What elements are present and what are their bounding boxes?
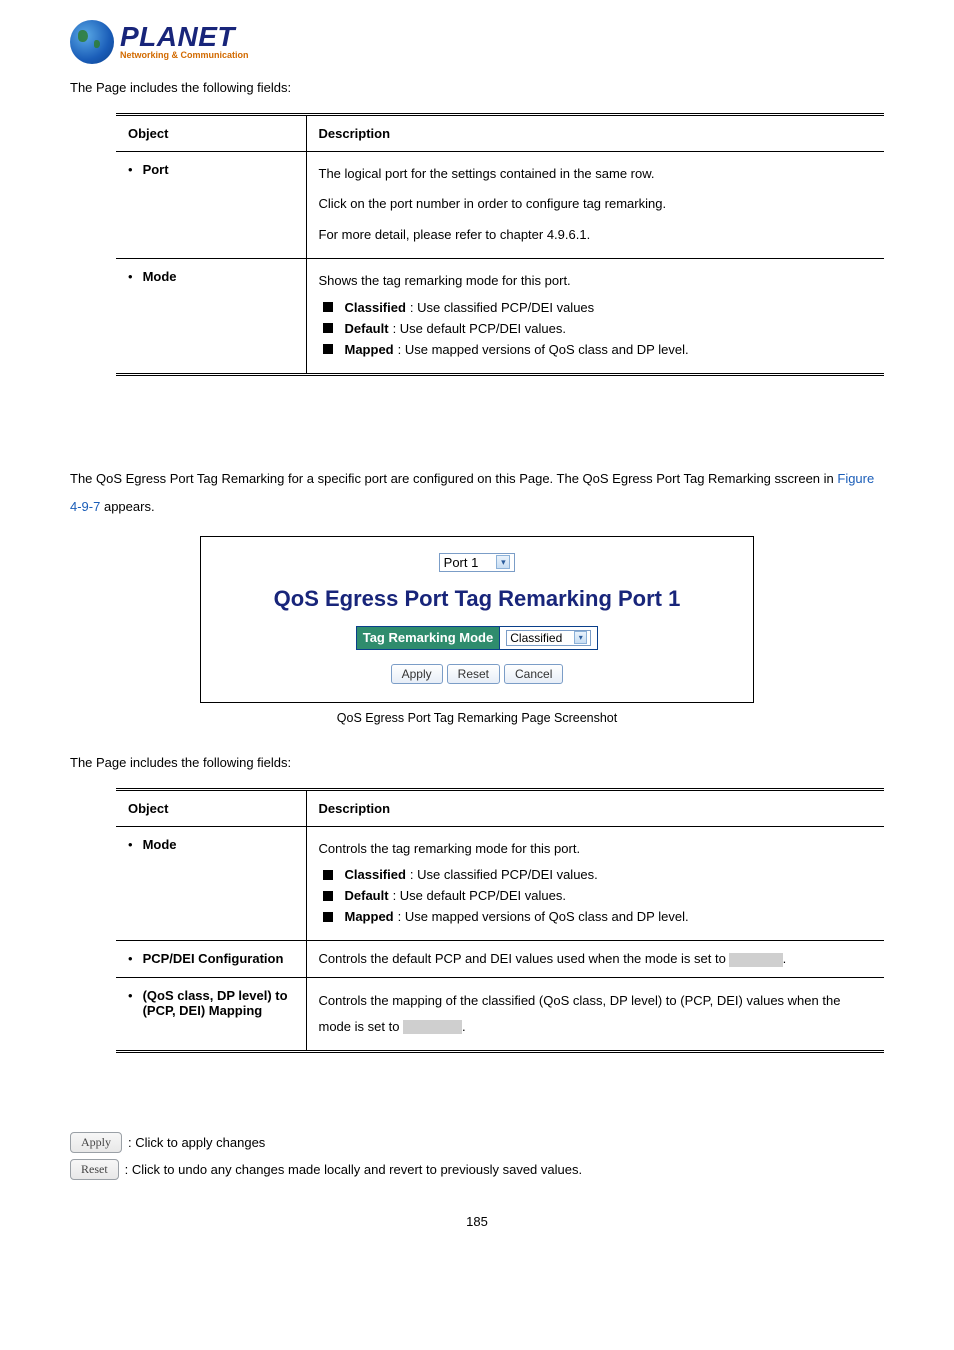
square-bullet-icon (323, 344, 333, 354)
page-number: 185 (70, 1214, 884, 1229)
t2-r3-post: . (462, 1019, 466, 1034)
t2-r2-label: PCP/DEI Configuration (143, 951, 284, 966)
mode-name: Mapped (345, 909, 394, 924)
intro-text-2: The Page includes the following fields: (70, 753, 884, 774)
list-item: Default : Use default PCP/DEI values. (319, 888, 873, 903)
para-2a: The QoS Egress Port Tag Remarking for a … (70, 471, 837, 486)
reset-desc-line: Reset : Click to undo any changes made l… (70, 1159, 884, 1180)
fields-table-1: Object Description • Port The logical po… (116, 113, 884, 376)
mode-desc: : Use classified PCP/DEI values. (410, 867, 598, 882)
bullet-icon: • (128, 951, 133, 966)
square-bullet-icon (323, 323, 333, 333)
table-row: • (QoS class, DP level) to (PCP, DEI) Ma… (116, 977, 884, 1051)
logo-text: PLANET (120, 24, 249, 49)
mode-desc: : Use classified PCP/DEI values (410, 300, 594, 315)
fields-table-2: Object Description • Mode Controls the t… (116, 788, 884, 1053)
mode-desc: : Use default PCP/DEI values. (393, 888, 566, 903)
t1-r1-d3: For more detail, please refer to chapter… (319, 223, 873, 248)
mapped-chip: Mapped (403, 1020, 462, 1034)
cancel-button[interactable]: Cancel (504, 664, 563, 684)
apply-button-chip[interactable]: Apply (70, 1132, 122, 1153)
mode-name: Default (345, 888, 389, 903)
t1-r1-d2: Click on the port number in order to con… (319, 192, 873, 217)
tag-mode-table: Tag Remarking Mode Classified ▾ (356, 626, 599, 650)
port-selector-value: Port 1 (444, 555, 479, 570)
table-row: • Mode Controls the tag remarking mode f… (116, 826, 884, 941)
apply-desc-line: Apply : Click to apply changes (70, 1132, 884, 1153)
list-item: Classified : Use classified PCP/DEI value… (319, 867, 873, 882)
reset-button-chip[interactable]: Reset (70, 1159, 119, 1180)
list-item: Classified : Use classified PCP/DEI value… (319, 300, 873, 315)
table-row: • Port The logical port for the settings… (116, 151, 884, 258)
mode-name: Default (345, 321, 389, 336)
tag-mode-value: Classified (510, 631, 562, 645)
mode-name: Classified (345, 300, 406, 315)
t2-r1-intro: Controls the tag remarking mode for this… (319, 837, 873, 862)
screenshot-title: QoS Egress Port Tag Remarking Port 1 (221, 586, 733, 612)
bullet-icon: • (128, 837, 133, 852)
tag-mode-select[interactable]: Classified ▾ (506, 630, 591, 646)
bullet-icon: • (128, 162, 133, 177)
bullet-icon: • (128, 269, 133, 284)
reset-button[interactable]: Reset (447, 664, 500, 684)
logo: PLANET Networking & Communication (70, 20, 884, 64)
t2-header-desc: Description (306, 789, 884, 826)
figure-caption-text: QoS Egress Port Tag Remarking Page Scree… (337, 711, 617, 725)
t1-r1-d1: The logical port for the settings contai… (319, 162, 873, 187)
t1-r2-label: Mode (143, 269, 177, 284)
square-bullet-icon (323, 891, 333, 901)
logo-subtext: Networking & Communication (120, 50, 249, 60)
chevron-down-icon: ▾ (496, 555, 510, 569)
t2-r3-label: (QoS class, DP level) to (PCP, DEI) Mapp… (143, 988, 294, 1018)
t2-r2-post: . (783, 951, 787, 966)
logo-globe-icon (70, 20, 114, 64)
port-selector[interactable]: Port 1 ▾ (439, 553, 516, 572)
chevron-down-icon: ▾ (574, 631, 587, 644)
mode-name: Classified (345, 867, 406, 882)
list-item: Mapped : Use mapped versions of QoS class… (319, 342, 873, 357)
t2-r3-pre: Controls the mapping of the classified (… (319, 993, 841, 1034)
square-bullet-icon (323, 912, 333, 922)
mode-desc: : Use mapped versions of QoS class and D… (398, 909, 689, 924)
table-row: • Mode Shows the tag remarking mode for … (116, 258, 884, 374)
mode-desc: : Use mapped versions of QoS class and D… (398, 342, 689, 357)
t2-r2-pre: Controls the default PCP and DEI values … (319, 951, 730, 966)
t2-header-object: Object (116, 789, 306, 826)
t2-r1-label: Mode (143, 837, 177, 852)
t1-r2-intro: Shows the tag remarking mode for this po… (319, 269, 873, 294)
mode-desc: : Use default PCP/DEI values. (393, 321, 566, 336)
intro-text-1: The Page includes the following fields: (70, 78, 884, 99)
default-chip: Default (729, 953, 782, 967)
square-bullet-icon (323, 870, 333, 880)
para-2: The QoS Egress Port Tag Remarking for a … (70, 465, 884, 522)
table-row: • PCP/DEI Configuration Controls the def… (116, 941, 884, 978)
t1-header-desc: Description (306, 114, 884, 151)
para-2b: appears. (100, 499, 154, 514)
tag-mode-label: Tag Remarking Mode (356, 626, 500, 649)
mode-name: Mapped (345, 342, 394, 357)
reset-desc: : Click to undo any changes made locally… (125, 1162, 582, 1177)
screenshot-panel: Port 1 ▾ QoS Egress Port Tag Remarking P… (200, 536, 754, 703)
figure-caption: Figure 4-9-7 QoS Egress Port Tag Remarki… (70, 711, 884, 725)
square-bullet-icon (323, 302, 333, 312)
t1-header-object: Object (116, 114, 306, 151)
apply-desc: : Click to apply changes (128, 1135, 265, 1150)
apply-button[interactable]: Apply (391, 664, 443, 684)
list-item: Mapped : Use mapped versions of QoS class… (319, 909, 873, 924)
list-item: Default : Use default PCP/DEI values. (319, 321, 873, 336)
t1-r1-label: Port (143, 162, 169, 177)
bullet-icon: • (128, 988, 133, 1018)
